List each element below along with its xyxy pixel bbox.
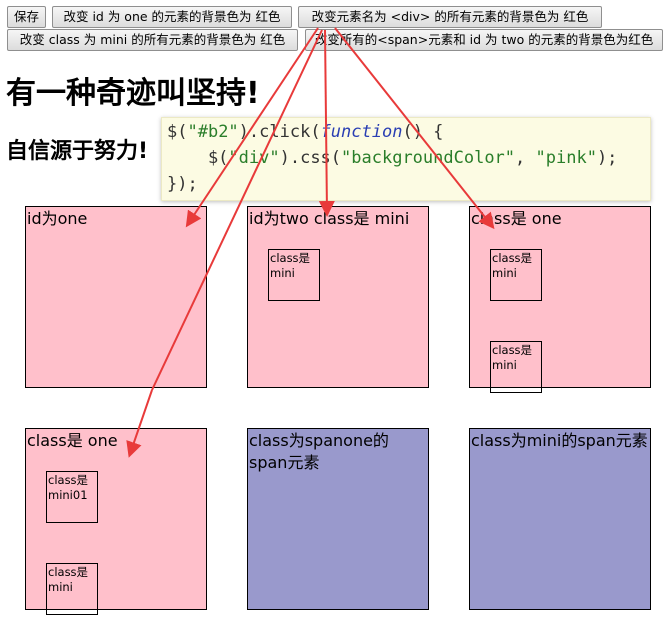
set-div-red-button[interactable]: 改变元素名为 <div> 的所有元素的背景色为 红色 <box>298 6 602 28</box>
box-id-one-label: id为one <box>27 209 88 228</box>
mini-box: class是mini <box>46 563 98 615</box>
sub-heading: 自信源于努力! <box>6 139 149 164</box>
box-class-one-2: class是 one class是mini01 class是mini <box>25 428 207 615</box>
box-id-one: id为one <box>25 206 207 388</box>
mini-box: class是mini <box>490 341 542 393</box>
span-mini-label: class为mini的span元素 <box>471 431 648 450</box>
span-spanone: class为spanone的span元素 <box>247 428 429 610</box>
set-id-one-red-button[interactable]: 改变 id 为 one 的元素的背景色为 红色 <box>52 6 292 28</box>
box-class-one-label: class是 one <box>471 209 562 228</box>
span-spanone-label: class为spanone的span元素 <box>249 431 389 472</box>
set-mini-red-button[interactable]: 改变 class 为 mini 的所有元素的背景色为 红色 <box>7 29 298 51</box>
box-class-one: class是 one class是mini class是mini <box>469 206 651 393</box>
set-span-two-red-button[interactable]: 改变所有的<span>元素和 id 为 two 的元素的背景色为红色 <box>305 29 663 51</box>
box-id-two: id为two class是 mini class是mini <box>247 206 429 388</box>
save-button[interactable]: 保存 <box>7 6 46 28</box>
code-snippet: $("#b2").click(function() { $("div").css… <box>161 117 651 201</box>
mini01-box: class是mini01 <box>46 471 98 523</box>
mini-box: class是mini <box>490 249 542 301</box>
span-mini: class为mini的span元素 <box>469 428 651 610</box>
box-id-two-label: id为two class是 mini <box>249 209 410 228</box>
main-heading: 有一种奇迹叫坚持! <box>6 76 260 111</box>
box-class-one-2-label: class是 one <box>27 431 118 450</box>
mini-box: class是mini <box>268 249 320 301</box>
